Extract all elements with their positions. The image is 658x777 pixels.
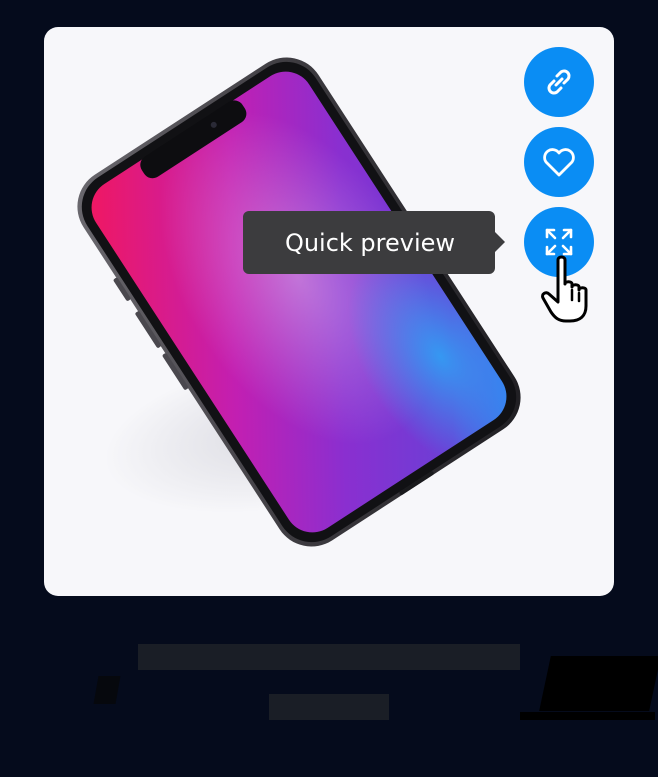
wishlist-button[interactable] (524, 127, 594, 197)
page: Quick preview (0, 0, 658, 777)
copy-link-button[interactable] (524, 47, 594, 117)
product-card[interactable] (44, 27, 614, 596)
tooltip-arrow (494, 231, 505, 253)
quick-preview-tooltip: Quick preview (243, 211, 495, 274)
title-placeholder (138, 644, 520, 670)
hand-pointer-icon (541, 255, 588, 323)
price-placeholder (269, 694, 389, 720)
phone-body (77, 57, 521, 547)
background-shape (539, 656, 658, 711)
background-shape (520, 712, 655, 720)
heart-icon (543, 148, 575, 177)
link-icon (547, 69, 571, 95)
tooltip-text: Quick preview (284, 228, 456, 257)
background-shape (93, 676, 121, 704)
product-image[interactable] (44, 27, 614, 596)
